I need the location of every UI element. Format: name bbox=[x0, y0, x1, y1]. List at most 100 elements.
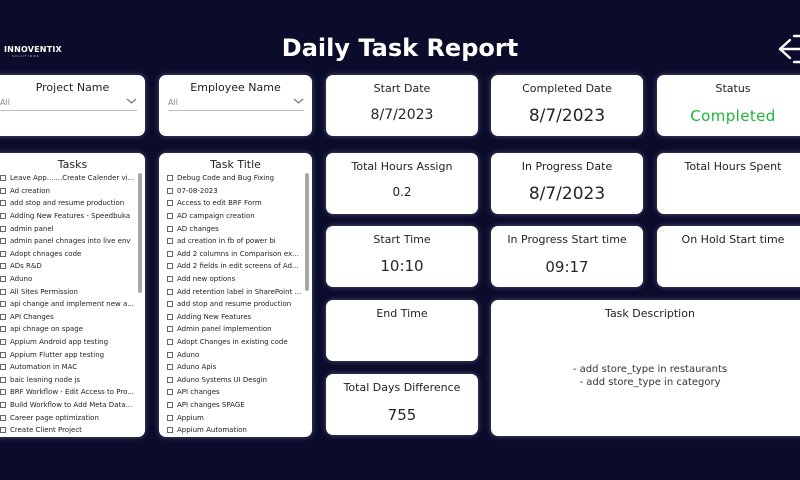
checkbox-icon[interactable] bbox=[0, 301, 6, 308]
list-item[interactable]: ad creation in fb of power bi bbox=[167, 235, 302, 248]
list-item[interactable]: API changes bbox=[167, 386, 302, 399]
checkbox-icon[interactable] bbox=[167, 301, 173, 308]
list-item[interactable]: add stop and resume production bbox=[167, 298, 302, 311]
checkbox-icon[interactable] bbox=[0, 339, 6, 346]
checkbox-icon[interactable] bbox=[0, 313, 6, 320]
start-date-value: 8/7/2023 bbox=[370, 107, 434, 123]
list-item[interactable]: Add retention label in SharePoint ... bbox=[167, 285, 302, 298]
checkbox-icon[interactable] bbox=[0, 427, 6, 434]
list-item[interactable]: Leave App.......Create Calender vie... bbox=[0, 172, 135, 185]
completed-date-label: Completed Date bbox=[522, 82, 612, 95]
list-item-label: Ad creation bbox=[10, 186, 50, 195]
checkbox-icon[interactable] bbox=[167, 376, 173, 383]
total-days-difference-label: Total Days Difference bbox=[343, 381, 461, 394]
checkbox-icon[interactable] bbox=[167, 187, 173, 194]
list-item[interactable]: Access to edit BRF Form bbox=[167, 197, 302, 210]
list-item[interactable]: Adopt chnages code bbox=[0, 248, 135, 261]
checkbox-icon[interactable] bbox=[167, 200, 173, 207]
list-item[interactable]: Debug Code and Bug Fixing bbox=[167, 172, 302, 185]
list-item[interactable]: Appium bbox=[167, 411, 302, 424]
checkbox-icon[interactable] bbox=[0, 288, 6, 295]
checkbox-icon[interactable] bbox=[0, 401, 6, 408]
list-item[interactable]: Ad creation bbox=[0, 185, 135, 198]
checkbox-icon[interactable] bbox=[167, 364, 173, 371]
checkbox-icon[interactable] bbox=[0, 263, 6, 270]
checkbox-icon[interactable] bbox=[167, 213, 173, 220]
checkbox-icon[interactable] bbox=[0, 175, 6, 182]
checkbox-icon[interactable] bbox=[0, 351, 6, 358]
list-item[interactable]: Appium Android app testing bbox=[0, 336, 135, 349]
list-item[interactable]: ADs R&D bbox=[0, 260, 135, 273]
checkbox-icon[interactable] bbox=[0, 276, 6, 283]
total-days-difference-value: 755 bbox=[387, 406, 417, 424]
list-item[interactable]: AD changes bbox=[167, 222, 302, 235]
tasks-slicer: Tasks Leave App.......Create Calender vi… bbox=[0, 153, 145, 437]
project-name-dropdown[interactable]: All bbox=[0, 95, 137, 111]
list-item[interactable]: Aduno Apis bbox=[167, 361, 302, 374]
back-arrow-icon[interactable] bbox=[776, 32, 800, 66]
list-item[interactable]: admin panel chnages into live env bbox=[0, 235, 135, 248]
list-item[interactable]: 07-08-2023 bbox=[167, 185, 302, 198]
checkbox-icon[interactable] bbox=[167, 276, 173, 283]
scroll-thumb[interactable] bbox=[305, 173, 309, 291]
list-item[interactable]: Adding New Features bbox=[167, 311, 302, 324]
list-item[interactable]: api change and implement new a... bbox=[0, 298, 135, 311]
checkbox-icon[interactable] bbox=[167, 313, 173, 320]
checkbox-icon[interactable] bbox=[0, 376, 6, 383]
list-item[interactable]: add stop and resume production bbox=[0, 197, 135, 210]
list-item[interactable]: BRF Workflow - Edit Access to Pro... bbox=[0, 386, 135, 399]
checkbox-icon[interactable] bbox=[0, 389, 6, 396]
list-item[interactable]: Automation in MAC bbox=[0, 361, 135, 374]
employee-name-dropdown[interactable]: All bbox=[168, 95, 304, 111]
checkbox-icon[interactable] bbox=[0, 225, 6, 232]
list-item[interactable]: API changes SPAGE bbox=[167, 399, 302, 412]
list-item[interactable]: Add 2 columns in Comparison exc... bbox=[167, 248, 302, 261]
tasks-scrollbar[interactable] bbox=[138, 173, 142, 433]
checkbox-icon[interactable] bbox=[167, 389, 173, 396]
checkbox-icon[interactable] bbox=[167, 288, 173, 295]
list-item[interactable]: admin panel bbox=[0, 222, 135, 235]
list-item[interactable]: Appium Automation bbox=[167, 424, 302, 437]
list-item[interactable]: Aduno bbox=[167, 348, 302, 361]
list-item[interactable]: Adding New Features - Speedbuka bbox=[0, 210, 135, 223]
list-item[interactable]: Build Workflow to Add Meta Data... bbox=[0, 399, 135, 412]
checkbox-icon[interactable] bbox=[0, 200, 6, 207]
checkbox-icon[interactable] bbox=[167, 414, 173, 421]
checkbox-icon[interactable] bbox=[0, 213, 6, 220]
list-item[interactable]: Admin panel implemention bbox=[167, 323, 302, 336]
checkbox-icon[interactable] bbox=[167, 225, 173, 232]
checkbox-icon[interactable] bbox=[0, 187, 6, 194]
list-item[interactable]: All Sites Permission bbox=[0, 285, 135, 298]
scroll-thumb[interactable] bbox=[138, 173, 142, 293]
in-progress-start-time-label: In Progress Start time bbox=[507, 233, 627, 246]
checkbox-icon[interactable] bbox=[167, 339, 173, 346]
list-item[interactable]: Add 2 fields in edit screens of Ad... bbox=[167, 260, 302, 273]
checkbox-icon[interactable] bbox=[0, 326, 6, 333]
list-item[interactable]: Add new options bbox=[167, 273, 302, 286]
checkbox-icon[interactable] bbox=[167, 263, 173, 270]
list-item[interactable]: API Changes bbox=[0, 311, 135, 324]
list-item[interactable]: Adopt Changes in existing code bbox=[167, 336, 302, 349]
list-item-label: Appium Automation bbox=[177, 426, 247, 435]
checkbox-icon[interactable] bbox=[0, 364, 6, 371]
checkbox-icon[interactable] bbox=[0, 238, 6, 245]
list-item[interactable]: Career page optimization bbox=[0, 411, 135, 424]
list-item[interactable]: Aduno bbox=[0, 273, 135, 286]
checkbox-icon[interactable] bbox=[167, 250, 173, 257]
checkbox-icon[interactable] bbox=[167, 238, 173, 245]
list-item[interactable]: AD campaign creation bbox=[167, 210, 302, 223]
task-title-scrollbar[interactable] bbox=[305, 173, 309, 433]
list-item[interactable]: baic leaning node js bbox=[0, 374, 135, 387]
list-item[interactable]: Aduno Systems UI Desgin bbox=[167, 374, 302, 387]
checkbox-icon[interactable] bbox=[167, 427, 173, 434]
checkbox-icon[interactable] bbox=[167, 175, 173, 182]
checkbox-icon[interactable] bbox=[0, 414, 6, 421]
checkbox-icon[interactable] bbox=[0, 250, 6, 257]
list-item[interactable]: api chnage on spage bbox=[0, 323, 135, 336]
list-item[interactable]: Create Client Project bbox=[0, 424, 135, 437]
checkbox-icon[interactable] bbox=[167, 401, 173, 408]
list-item[interactable]: Appium Flutter app testing bbox=[0, 348, 135, 361]
end-time-card: End Time bbox=[326, 300, 478, 361]
checkbox-icon[interactable] bbox=[167, 326, 173, 333]
checkbox-icon[interactable] bbox=[167, 351, 173, 358]
